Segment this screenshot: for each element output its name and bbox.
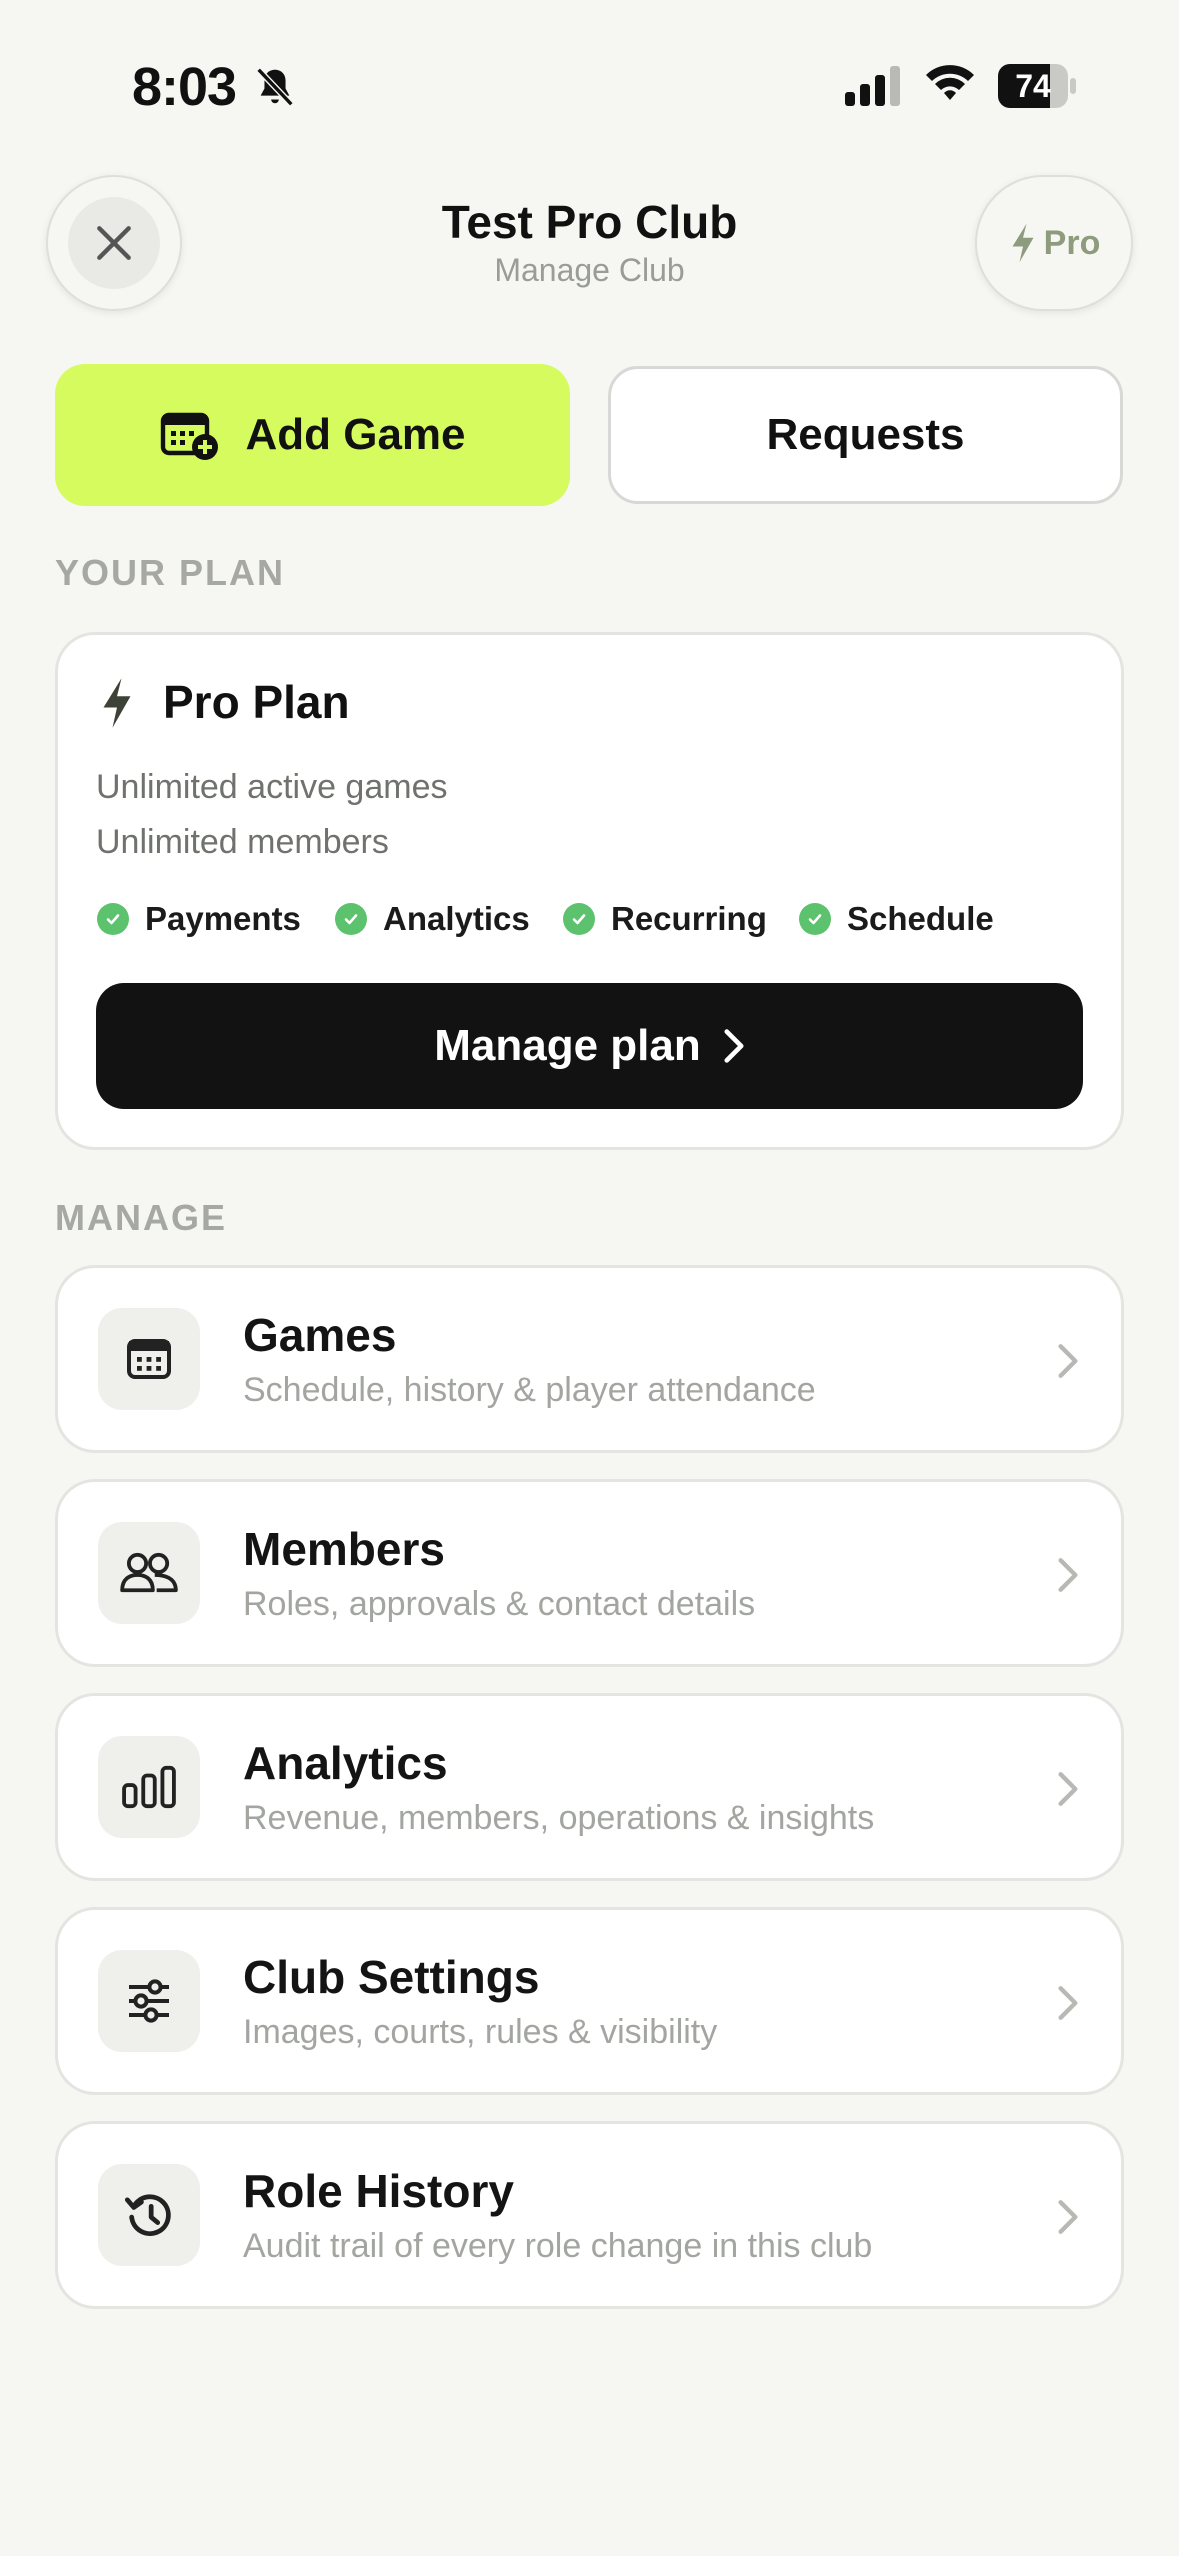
feature-label: Schedule xyxy=(847,900,994,937)
requests-label: Requests xyxy=(766,410,965,459)
chevron-right-icon xyxy=(1058,1772,1078,1806)
manage-item-title: Role History xyxy=(243,2165,514,2217)
plan-line: Unlimited members xyxy=(96,823,389,861)
manage-item-analytics[interactable]: Analytics Revenue, members, operations &… xyxy=(55,1693,1124,1881)
manage-item-title: Analytics xyxy=(243,1737,448,1789)
manage-section-label: MANAGE xyxy=(55,1197,227,1238)
manage-plan-label: Manage plan xyxy=(434,1021,701,1070)
feature-label: Analytics xyxy=(383,900,530,937)
history-icon xyxy=(98,2164,200,2266)
manage-item-title: Club Settings xyxy=(243,1951,540,2003)
feature-label: Recurring xyxy=(611,900,767,937)
pro-badge-button[interactable]: Pro xyxy=(975,175,1133,311)
calendar-icon xyxy=(98,1308,200,1410)
check-icon xyxy=(97,903,129,935)
wifi-icon xyxy=(926,65,974,100)
feature-item: Schedule xyxy=(799,900,994,938)
pro-badge-label: Pro xyxy=(1043,223,1101,262)
plan-name: Pro Plan xyxy=(163,676,350,728)
manage-item-subtitle: Revenue, members, operations & insights xyxy=(243,1799,875,1837)
chevron-right-icon xyxy=(1058,1986,1078,2020)
battery-level: 74 xyxy=(1015,68,1051,104)
lightning-icon xyxy=(1012,223,1034,263)
status-time: 8:03 xyxy=(132,57,237,117)
chevron-right-icon xyxy=(724,1029,744,1063)
chevron-right-icon xyxy=(1058,1344,1078,1378)
lightning-icon xyxy=(103,678,131,728)
bell-slash-icon xyxy=(256,67,294,107)
manage-item-title: Games xyxy=(243,1309,397,1361)
manage-item-subtitle: Roles, approvals & contact details xyxy=(243,1585,756,1623)
manage-item-role-history[interactable]: Role History Audit trail of every role c… xyxy=(55,2121,1124,2309)
check-icon xyxy=(563,903,595,935)
feature-item: Payments xyxy=(97,900,301,938)
calendar-add-icon xyxy=(161,412,219,460)
plan-line: Unlimited active games xyxy=(96,768,448,806)
feature-item: Recurring xyxy=(563,900,767,938)
manage-item-subtitle: Schedule, history & player attendance xyxy=(243,1371,816,1409)
plan-section-label: YOUR PLAN xyxy=(55,552,286,593)
manage-item-subtitle: Images, courts, rules & visibility xyxy=(243,2013,718,2051)
bar-chart-icon xyxy=(98,1736,200,1838)
chevron-right-icon xyxy=(1058,1558,1078,1592)
manage-item-subtitle: Audit trail of every role change in this… xyxy=(243,2227,873,2265)
users-icon xyxy=(98,1522,200,1624)
manage-item-games[interactable]: Games Schedule, history & player attenda… xyxy=(55,1265,1124,1453)
battery-icon: 74 xyxy=(998,64,1076,108)
chevron-right-icon xyxy=(1058,2200,1078,2234)
feature-label: Payments xyxy=(145,900,301,937)
feature-item: Analytics xyxy=(335,900,530,938)
check-icon xyxy=(799,903,831,935)
check-icon xyxy=(335,903,367,935)
add-game-label: Add Game xyxy=(245,410,466,459)
requests-button[interactable]: Requests xyxy=(608,366,1123,504)
sliders-icon xyxy=(98,1950,200,2052)
manage-item-club-settings[interactable]: Club Settings Images, courts, rules & vi… xyxy=(55,1907,1124,2095)
manage-item-members[interactable]: Members Roles, approvals & contact detai… xyxy=(55,1479,1124,1667)
manage-item-title: Members xyxy=(243,1523,445,1575)
add-game-button[interactable]: Add Game xyxy=(55,364,570,506)
manage-plan-button[interactable]: Manage plan xyxy=(96,983,1083,1109)
signal-icon xyxy=(845,66,900,106)
